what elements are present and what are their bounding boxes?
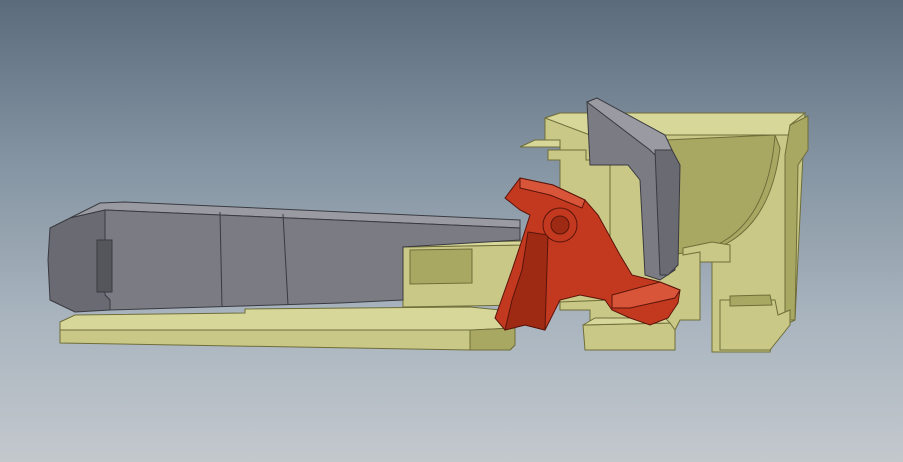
rear-top-face	[543, 112, 807, 136]
latch-slot	[729, 294, 773, 307]
cad-3d-viewport[interactable]	[0, 0, 903, 462]
trigger-pivot-hole	[550, 215, 570, 235]
lower-rail-shade	[469, 327, 516, 351]
assembly-model[interactable]	[0, 0, 903, 462]
barrel-nose-notch	[96, 239, 113, 293]
center-block-window	[409, 248, 473, 285]
rear-step	[519, 139, 561, 148]
lower-rail-top	[59, 306, 516, 331]
rear-lever-side	[654, 149, 681, 276]
bottom-foot	[582, 322, 676, 351]
